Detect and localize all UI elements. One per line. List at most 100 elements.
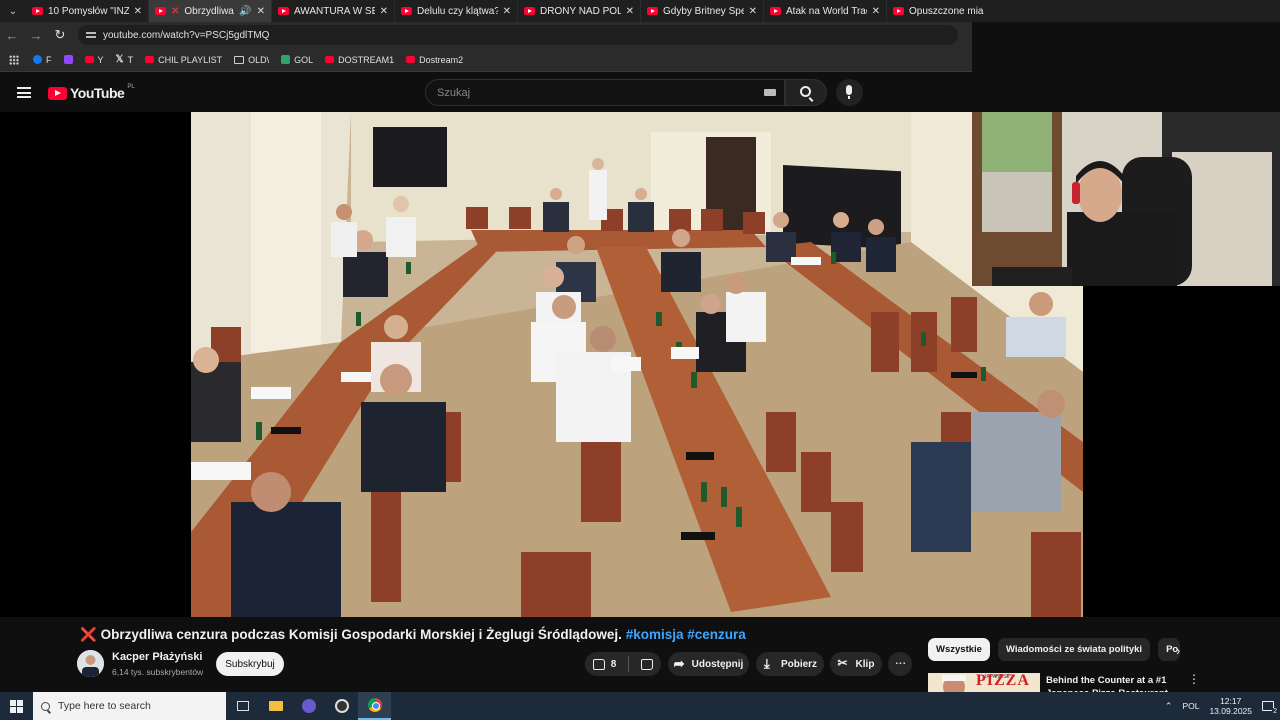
share-icon — [674, 656, 686, 672]
search-icon — [800, 86, 811, 97]
taskbar-search-input[interactable]: Type here to search — [33, 692, 226, 720]
tab-close-icon[interactable]: ✕ — [380, 6, 388, 17]
bookmark-item[interactable] — [63, 55, 73, 64]
red-cross-icon: ✕ — [171, 5, 180, 17]
tab-title: Opuszczone mia — [909, 5, 984, 17]
site-settings-icon[interactable] — [86, 30, 96, 40]
video-player[interactable] — [0, 112, 1280, 714]
youtube-play-logo-icon — [48, 86, 67, 100]
more-vert-icon[interactable]: ⋮ — [1188, 672, 1200, 686]
browser-tab[interactable]: Delulu czy klątwa? - Y ✕ — [395, 0, 518, 22]
apps-grid-icon[interactable] — [9, 54, 19, 65]
bookmark-item[interactable]: GOL — [281, 55, 313, 65]
address-bar[interactable]: youtube.com/watch?v=PSCj5gdlTMQ — [78, 25, 958, 45]
share-label: Udostępnij — [691, 658, 744, 670]
app-button[interactable] — [292, 692, 325, 720]
forward-arrow-icon[interactable]: → — [24, 28, 48, 43]
video-title: ❌ Obrzydliwa cenzura podczas Komisji Gos… — [80, 627, 746, 643]
more-actions-button[interactable]: ··· — [888, 652, 912, 676]
tab-search-chevron-icon[interactable]: ⌄ — [0, 0, 26, 22]
country-code: PL — [127, 84, 135, 90]
tab-close-icon[interactable]: ✕ — [257, 6, 265, 17]
search-button[interactable] — [785, 79, 827, 106]
obs-button[interactable] — [325, 692, 358, 720]
menu-hamburger-icon[interactable] — [17, 87, 31, 98]
clock-date: 13.09.2025 — [1209, 706, 1252, 716]
browser-tab[interactable]: AWANTURA W SEJM ✕ — [272, 0, 395, 22]
bookmark-item[interactable]: Dostream2 — [406, 55, 463, 65]
youtube-favicon-icon — [401, 7, 412, 15]
browser-tab[interactable]: 10 Pomysłów "INŻYN ✕ — [26, 0, 149, 22]
browser-tab[interactable]: Gdyby Britney Spear ✕ — [641, 0, 764, 22]
subscribe-button[interactable]: Subskrybuj — [216, 652, 284, 676]
download-icon — [763, 656, 775, 672]
youtube-icon — [145, 56, 155, 63]
tab-close-icon[interactable]: ✕ — [626, 6, 634, 17]
youtube-favicon-icon — [770, 7, 781, 15]
language-indicator[interactable]: POL — [1182, 701, 1199, 711]
like-count[interactable]: 8 — [611, 659, 617, 670]
windows-start-icon[interactable] — [10, 699, 23, 713]
tab-title: Gdyby Britney Spear — [663, 5, 744, 17]
bookmark-folder[interactable]: OLD\ — [234, 55, 269, 65]
browser-tab[interactable]: Opuszczone mia — [887, 0, 1010, 22]
youtube-favicon-icon — [647, 7, 658, 15]
gol-icon — [281, 55, 291, 64]
back-arrow-icon[interactable]: ← — [0, 28, 24, 43]
task-view-button[interactable] — [226, 692, 259, 720]
keyboard-icon[interactable] — [764, 89, 776, 96]
file-explorer-button[interactable] — [259, 692, 292, 720]
bookmark-item[interactable]: DOSTREAM1 — [325, 55, 394, 65]
bookmark-item[interactable]: 𝕏 T — [116, 54, 134, 65]
bookmark-item[interactable]: Y — [84, 55, 104, 65]
youtube-icon — [325, 56, 335, 63]
red-cross-icon: ❌ — [80, 627, 97, 642]
voice-search-button[interactable] — [836, 79, 863, 106]
download-label: Pobierz — [780, 658, 818, 670]
youtube-favicon-icon — [155, 7, 166, 15]
browser-toolbar: ← → ↻ youtube.com/watch?v=PSCj5gdlTMQ — [0, 22, 972, 48]
reload-icon[interactable]: ↻ — [48, 27, 72, 43]
folder-icon — [234, 55, 245, 64]
chrome-button[interactable] — [358, 692, 391, 720]
bookmark-item[interactable]: CHIL PLAYLIST — [145, 55, 222, 65]
chevron-right-icon[interactable]: › — [1176, 643, 1180, 658]
system-tray: ⌃ POL 12:17 13.09.2025 2 — [1165, 692, 1280, 720]
notification-count: 2 — [1272, 708, 1278, 715]
recommended-video-thumbnail[interactable]: JAPANESE PIZZA — [928, 673, 1040, 692]
search-icon — [41, 701, 50, 711]
tab-close-icon[interactable]: ✕ — [872, 6, 880, 17]
search-input[interactable]: Szukaj — [425, 79, 785, 106]
tab-title: DRONY NAD POLSKĄ — [540, 5, 621, 17]
clip-label: Klip — [855, 658, 875, 670]
tab-audio-icon[interactable]: 🔊 — [239, 6, 251, 17]
search-placeholder: Szukaj — [437, 86, 471, 99]
thumb-down-icon[interactable] — [641, 658, 654, 670]
chip-politics-news[interactable]: Wiadomości ze świata polityki — [997, 638, 1151, 661]
channel-avatar[interactable] — [77, 650, 104, 677]
bookmark-label: Dostream2 — [419, 54, 464, 65]
tab-close-icon[interactable]: ✕ — [503, 6, 511, 17]
youtube-logo[interactable]: YouTube PL — [48, 84, 135, 101]
browser-tab[interactable]: DRONY NAD POLSKĄ ✕ — [518, 0, 641, 22]
channel-name[interactable]: Kacper Płażyński — [112, 651, 203, 663]
streamer-webcam-overlay — [972, 112, 1280, 286]
browser-tab-active[interactable]: ✕ Obrzydliwa ce 🔊 ✕ — [149, 0, 272, 22]
chevron-up-icon[interactable]: ⌃ — [1165, 701, 1173, 712]
clip-button[interactable]: Klip — [830, 652, 882, 676]
thumb-up-icon[interactable] — [592, 658, 605, 670]
video-hashtags[interactable]: #komisja #cenzura — [626, 627, 746, 642]
subscriber-count: 6,14 tys. subskrybentów — [112, 667, 204, 677]
download-button[interactable]: Pobierz — [756, 652, 824, 676]
share-button[interactable]: Udostępnij — [668, 652, 749, 676]
chip-all[interactable]: Wszystkie — [928, 638, 990, 661]
video-frame[interactable] — [191, 112, 1083, 617]
clock[interactable]: 12:17 13.09.2025 — [1209, 696, 1252, 716]
browser-tab[interactable]: Atak na World Trade ✕ — [764, 0, 887, 22]
folder-icon — [268, 701, 283, 711]
youtube-icon — [406, 56, 416, 63]
notifications-icon[interactable]: 2 — [1262, 701, 1278, 715]
tab-close-icon[interactable]: ✕ — [134, 6, 142, 17]
tab-close-icon[interactable]: ✕ — [749, 6, 757, 17]
bookmark-item[interactable]: F — [33, 55, 52, 65]
